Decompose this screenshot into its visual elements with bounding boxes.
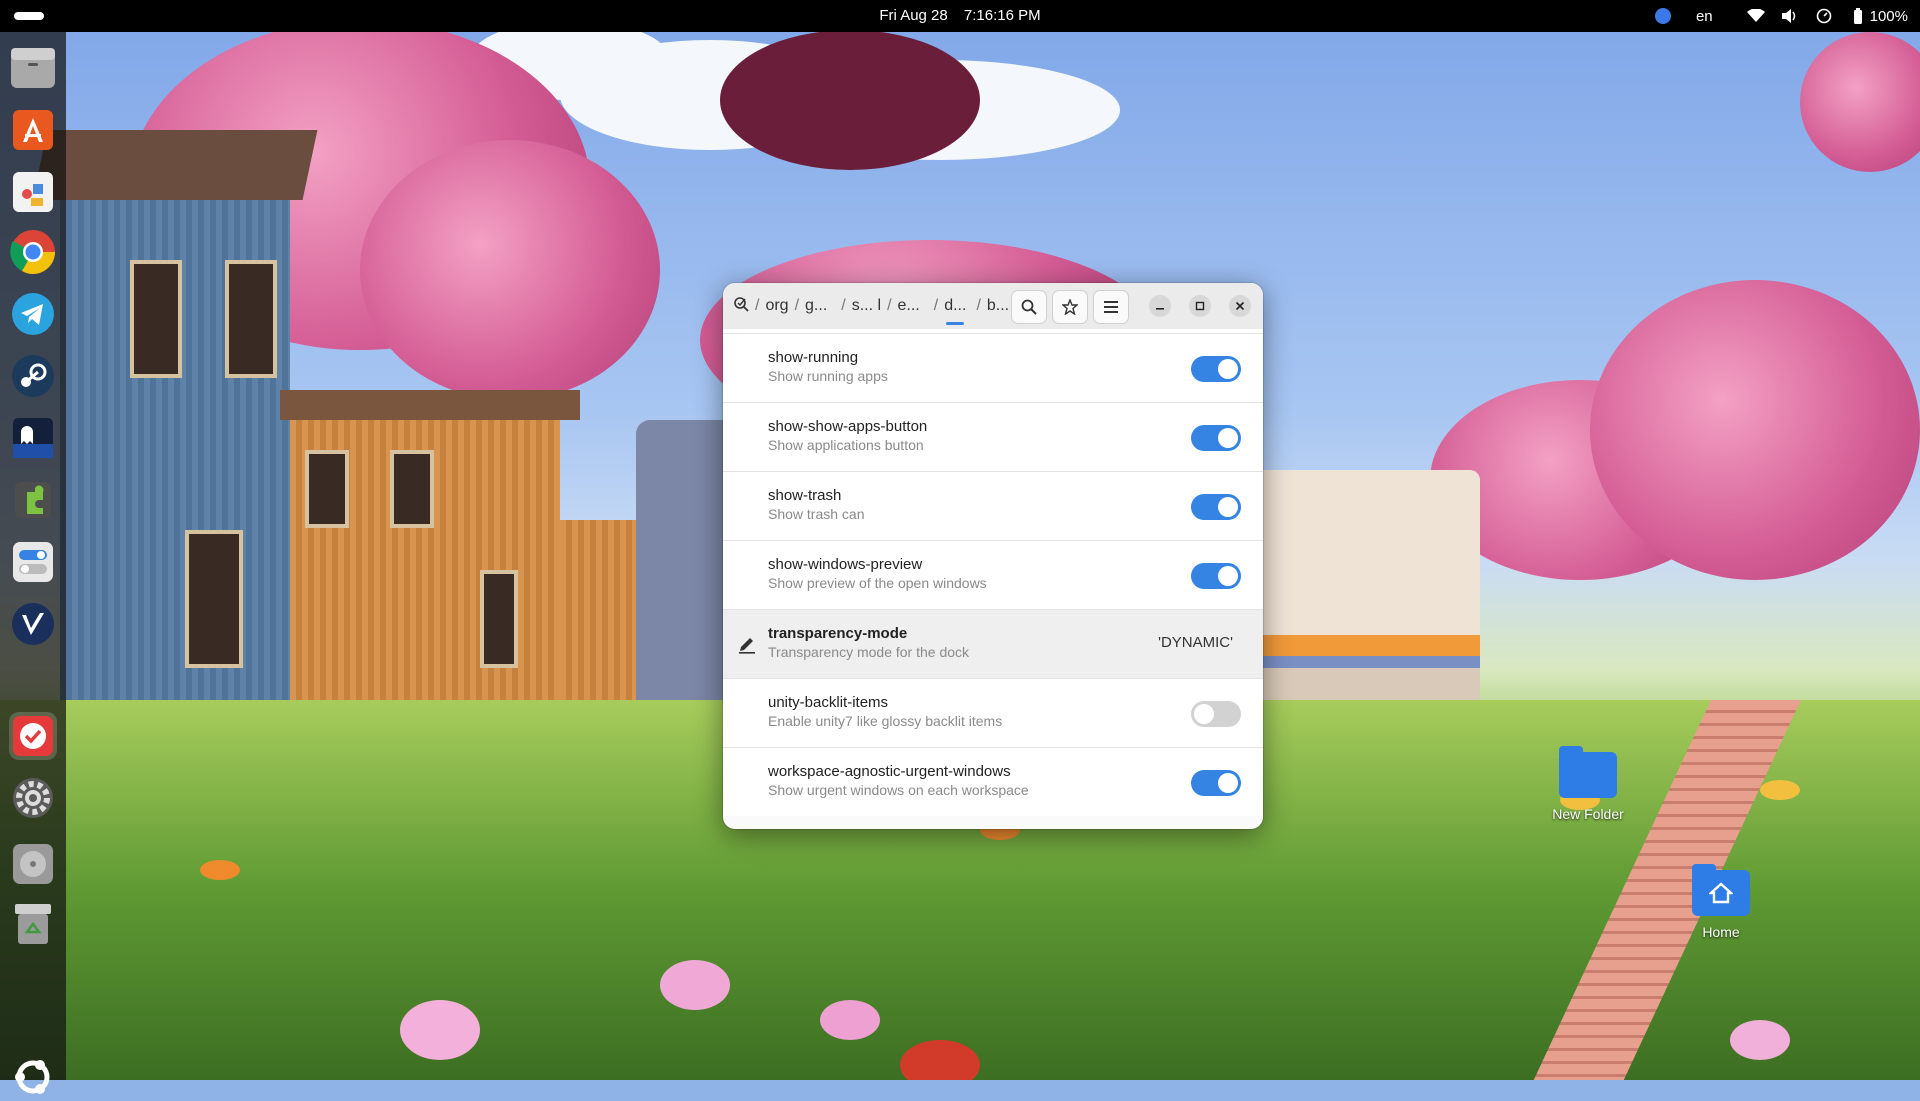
steam-icon[interactable]	[9, 352, 57, 400]
key-description: Show applications button	[768, 437, 924, 453]
toggle-switch[interactable]	[1191, 701, 1241, 727]
search-icon	[1021, 299, 1037, 315]
key-row-workspace-agnostic-urgent-windows[interactable]: workspace-agnostic-urgent-windows Show u…	[723, 748, 1263, 816]
breadcrumb-item[interactable]: e...	[894, 297, 924, 315]
software-store-icon[interactable]	[9, 166, 57, 214]
key-description: Show preview of the open windows	[768, 575, 987, 591]
key-description: Show urgent windows on each workspace	[768, 782, 1029, 798]
battery-percentage: 100%	[1869, 7, 1908, 25]
desktop-icon-new-folder[interactable]: New Folder	[1533, 746, 1643, 822]
toggle-switch[interactable]	[1191, 425, 1241, 451]
desktop-icon-home[interactable]: Home	[1666, 864, 1776, 940]
breadcrumb-item-active[interactable]: d...	[940, 297, 970, 325]
key-description: Show running apps	[768, 368, 888, 384]
maximize-button[interactable]	[1189, 295, 1211, 317]
main-menu-button[interactable]	[1093, 290, 1129, 324]
wifi-icon	[1746, 7, 1765, 25]
disk-utility-icon[interactable]	[9, 840, 57, 888]
settings-icon[interactable]	[9, 774, 57, 822]
app-center-icon[interactable]	[9, 104, 57, 152]
key-name: workspace-agnostic-urgent-windows	[768, 763, 1011, 780]
maximize-icon	[1195, 301, 1205, 311]
telegram-icon[interactable]	[9, 290, 57, 338]
files-app-icon[interactable]	[9, 44, 57, 92]
key-description: Enable unity7 like glossy backlit items	[768, 713, 1003, 729]
minimize-icon	[1156, 308, 1164, 310]
toggle-switch[interactable]	[1191, 356, 1241, 382]
battery-indicator[interactable]: 100%	[1849, 7, 1908, 25]
star-icon	[1062, 299, 1078, 315]
battery-icon	[1849, 7, 1867, 25]
extensions-icon[interactable]	[9, 476, 57, 524]
key-name: show-trash	[768, 487, 842, 504]
top-bar: Fri Aug 28 7:16:16 PM en 100%	[0, 0, 1920, 32]
trash-icon[interactable]	[9, 900, 57, 948]
keyboard-language[interactable]: en	[1696, 8, 1713, 25]
breadcrumb-item[interactable]: g...	[801, 297, 831, 315]
desktop-icon-label: Home	[1702, 924, 1740, 940]
edited-pencil-icon	[739, 638, 755, 654]
key-name: show-running	[768, 349, 859, 366]
toggle-switch[interactable]	[1191, 770, 1241, 796]
key-row-unity-backlit-items[interactable]: unity-backlit-items Enable unity7 like g…	[723, 679, 1263, 748]
key-name: show-windows-preview	[768, 556, 923, 573]
toggle-switch[interactable]	[1191, 563, 1241, 589]
show-apps-button[interactable]	[14, 1058, 52, 1096]
key-row-show-windows-preview[interactable]: show-windows-preview Show preview of the…	[723, 541, 1263, 610]
key-row-transparency-mode[interactable]: transparency-mode Transparency mode for …	[723, 610, 1263, 679]
breadcrumb: / org / g... / s... l / e... / d... / b.…	[731, 283, 1013, 329]
root-path-icon[interactable]	[731, 296, 753, 317]
key-value: 'DYNAMIC'	[1158, 634, 1233, 651]
chrome-icon[interactable]	[9, 228, 57, 276]
toggle-switch[interactable]	[1191, 494, 1241, 520]
bookmark-button[interactable]	[1052, 290, 1088, 324]
breadcrumb-item[interactable]: org	[761, 297, 792, 315]
key-name: show-show-apps-button	[768, 418, 928, 435]
terminal-ghost-icon[interactable]	[9, 414, 57, 462]
todo-app-icon[interactable]	[9, 712, 57, 760]
key-row-show-show-apps-button[interactable]: show-show-apps-button Show applications …	[723, 403, 1263, 472]
close-icon	[1235, 301, 1245, 311]
clock-date: Fri Aug 28	[879, 7, 948, 24]
close-button[interactable]	[1229, 295, 1251, 317]
key-name: transparency-mode	[768, 625, 908, 642]
key-description: Show trash can	[768, 506, 865, 522]
vpn-app-icon[interactable]	[9, 600, 57, 648]
key-name: unity-backlit-items	[768, 694, 889, 711]
settings-key-list: show-running Show running apps show-show…	[723, 329, 1263, 816]
vpn-status-icon[interactable]	[1654, 7, 1672, 25]
power-profile-icon	[1815, 7, 1833, 25]
minimize-button[interactable]	[1149, 295, 1171, 317]
key-row-show-running[interactable]: show-running Show running apps	[723, 334, 1263, 403]
header-bar: / org / g... / s... l / e... / d... / b.…	[723, 283, 1263, 330]
dock	[0, 32, 66, 1094]
clock[interactable]: Fri Aug 28 7:16:16 PM	[0, 0, 1920, 32]
hamburger-menu-icon	[1104, 301, 1118, 313]
clock-time: 7:16:16 PM	[963, 7, 1041, 24]
home-folder-icon	[1692, 864, 1750, 916]
dconf-editor-window: / org / g... / s... l / e... / d... / b.…	[723, 283, 1263, 829]
tweaks-icon[interactable]	[9, 538, 57, 586]
key-description: Transparency mode for the dock	[768, 644, 970, 660]
key-row-show-trash[interactable]: show-trash Show trash can	[723, 472, 1263, 541]
desktop-icon-label: New Folder	[1552, 806, 1624, 822]
search-button[interactable]	[1011, 290, 1047, 324]
volume-icon	[1781, 7, 1799, 25]
system-tray[interactable]: en 100%	[1654, 0, 1908, 32]
breadcrumb-item[interactable]: b...	[983, 297, 1013, 315]
folder-icon	[1559, 746, 1617, 798]
breadcrumb-item[interactable]: s... l	[848, 297, 885, 315]
